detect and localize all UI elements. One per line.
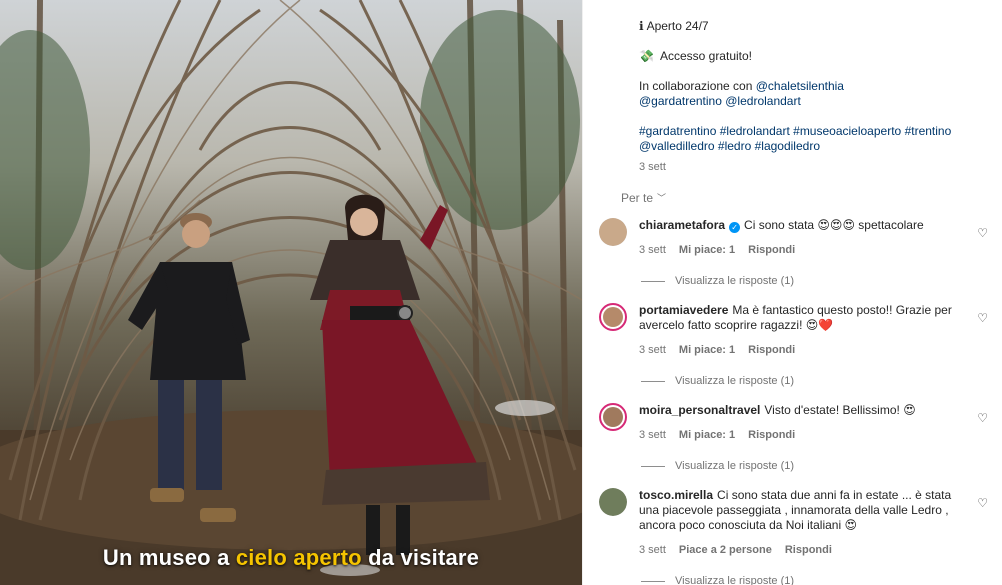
hashtag[interactable]: #ledro xyxy=(718,139,751,153)
avatar[interactable] xyxy=(599,403,627,431)
audience-label: Per te xyxy=(621,191,654,205)
heart-icon[interactable]: ♡ xyxy=(977,226,988,241)
comment-text-block: moira_personaltravel Visto d'estate! Bell… xyxy=(639,403,988,418)
free-entry-line: 💸 Accesso gratuito! xyxy=(639,49,752,63)
comment-text-block: chiarametafora ✓ Ci sono stata 😍😍😍 spettac… xyxy=(639,218,988,233)
view-replies-label: Visualizza le risposte (1) xyxy=(675,575,795,585)
comment-time[interactable]: 3 sett xyxy=(639,243,666,258)
reply-button[interactable]: Rispondi xyxy=(748,428,795,443)
view-replies-button[interactable]: Visualizza le risposte (1) xyxy=(639,459,988,474)
comment-time[interactable]: 3 sett xyxy=(639,543,666,558)
reply-button[interactable]: Rispondi xyxy=(748,343,795,358)
avatar[interactable] xyxy=(599,218,627,246)
video-caption: Un museo a cielo aperto da visitare xyxy=(0,545,582,571)
post-description: ℹ Aperto 24/7 💸 Accesso gratuito! In colla… xyxy=(639,0,988,175)
replies-divider xyxy=(641,581,665,582)
view-replies-button[interactable]: Visualizza le risposte (1) xyxy=(639,274,988,289)
view-replies-label: Visualizza le risposte (1) xyxy=(675,375,795,387)
verified-icon: ✓ xyxy=(729,222,741,233)
hashtag[interactable]: #ledrolandart xyxy=(720,124,790,138)
mention-gardatrentino[interactable]: @gardatrentino xyxy=(639,94,722,108)
forest-scene-illustration xyxy=(0,0,582,585)
comment-item: chiarametafora ✓ Ci sono stata 😍😍😍 spettac… xyxy=(599,218,988,303)
caption-part-1: Un museo a xyxy=(102,545,236,570)
open-hours-line: ℹ Aperto 24/7 xyxy=(639,19,709,33)
comment-meta: 3 sett Mi piace: 1 Rispondi xyxy=(639,428,988,443)
audience-selector[interactable]: Per te ﹀ xyxy=(621,191,988,206)
avatar[interactable] xyxy=(599,303,627,331)
heart-icon[interactable]: ♡ xyxy=(977,496,988,511)
hashtag[interactable]: #trentino xyxy=(905,124,952,138)
comment-time[interactable]: 3 sett xyxy=(639,343,666,358)
comment-item: moira_personaltravel Visto d'estate! Bell… xyxy=(599,403,988,488)
comment-body: Visto d'estate! Bellissimo! 😍 xyxy=(764,403,916,417)
hashtag[interactable]: #museoacieloaperto xyxy=(793,124,901,138)
comment-likes[interactable]: Mi piace: 1 xyxy=(679,343,735,358)
heart-icon[interactable]: ♡ xyxy=(977,411,988,426)
comment-username[interactable]: chiarametafora xyxy=(639,218,725,232)
avatar[interactable] xyxy=(599,488,627,516)
hashtag[interactable]: @valledilledro xyxy=(639,139,715,153)
collab-line: In collaborazione con @chaletsilenthia @g… xyxy=(639,79,844,108)
chevron-down-icon: ﹀ xyxy=(657,193,667,203)
caption-part-3: da visitare xyxy=(361,545,480,570)
hashtag[interactable]: #gardatrentino xyxy=(639,124,716,138)
comment-username[interactable]: portamiavedere xyxy=(639,303,728,317)
info-icon: ℹ xyxy=(639,19,644,33)
replies-divider xyxy=(641,381,665,382)
comment-text-block: portamiavedere Ma è fantastico questo pos… xyxy=(639,303,988,333)
comment-likes[interactable]: Piace a 2 persone xyxy=(679,543,772,558)
post-video[interactable]: Un museo a cielo aperto da visitare xyxy=(0,0,582,585)
view-replies-label: Visualizza le risposte (1) xyxy=(675,460,795,472)
comment-meta: 3 sett Mi piace: 1 Rispondi xyxy=(639,343,988,358)
comment-item: portamiavedere Ma è fantastico questo pos… xyxy=(599,303,988,403)
view-replies-button[interactable]: Visualizza le risposte (1) xyxy=(639,574,988,585)
comments-list: chiarametafora ✓ Ci sono stata 😍😍😍 spettac… xyxy=(599,218,988,585)
heart-icon[interactable]: ♡ xyxy=(977,311,988,326)
comment-username[interactable]: moira_personaltravel xyxy=(639,403,760,417)
mention-chaletsilenthia[interactable]: @chaletsilenthia xyxy=(756,79,844,93)
comment-body: Ci sono stata 😍😍😍 spettacolare xyxy=(744,218,924,232)
comment-item: tosco.mirella Ci sono stata due anni fa i… xyxy=(599,488,988,585)
replies-divider xyxy=(641,466,665,467)
comment-likes[interactable]: Mi piace: 1 xyxy=(679,428,735,443)
view-replies-label: Visualizza le risposte (1) xyxy=(675,275,795,287)
replies-divider xyxy=(641,281,665,282)
comment-meta: 3 sett Mi piace: 1 Rispondi xyxy=(639,243,988,258)
hashtags-line: #gardatrentino #ledrolandart #museoaciel… xyxy=(639,124,988,154)
hashtag[interactable]: #lagodiledro xyxy=(755,139,820,153)
caption-highlight: cielo aperto xyxy=(235,545,362,570)
comment-likes[interactable]: Mi piace: 1 xyxy=(679,243,735,258)
instagram-post-view: Un museo a cielo aperto da visitare ℹ Ape… xyxy=(0,0,1002,585)
comment-text-block: tosco.mirella Ci sono stata due anni fa i… xyxy=(639,488,988,533)
mention-ledrolandart[interactable]: @ledrolandart xyxy=(725,94,801,108)
post-timestamp[interactable]: 3 sett xyxy=(639,160,988,175)
reply-button[interactable]: Rispondi xyxy=(785,543,832,558)
comment-time[interactable]: 3 sett xyxy=(639,428,666,443)
comment-username[interactable]: tosco.mirella xyxy=(639,488,713,502)
comment-meta: 3 sett Piace a 2 persone Rispondi xyxy=(639,543,988,558)
view-replies-button[interactable]: Visualizza le risposte (1) xyxy=(639,374,988,389)
comments-panel[interactable]: ℹ Aperto 24/7 💸 Accesso gratuito! In colla… xyxy=(582,0,1002,585)
money-icon: 💸 xyxy=(639,49,654,63)
reply-button[interactable]: Rispondi xyxy=(748,243,795,258)
